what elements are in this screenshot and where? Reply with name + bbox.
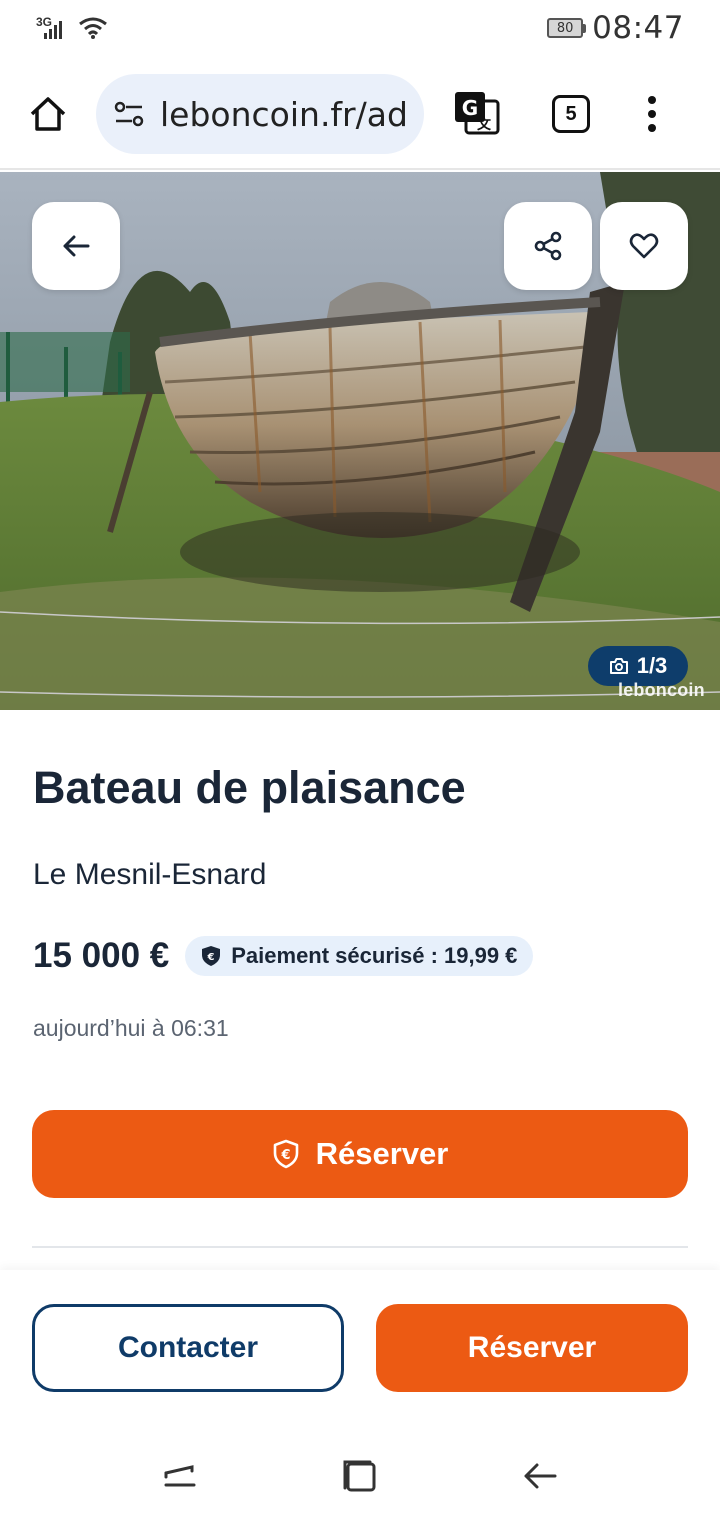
favorite-button[interactable] bbox=[600, 202, 688, 290]
svg-text:€: € bbox=[280, 1148, 290, 1163]
secure-payment-badge[interactable]: € Paiement sécurisé : 19,99 € bbox=[185, 936, 534, 976]
watermark: leboncoin bbox=[618, 680, 705, 700]
address-bar[interactable]: leboncoin.fr/ad bbox=[96, 74, 424, 154]
bottom-action-bar: Contacter Réserver bbox=[0, 1270, 720, 1430]
system-nav-bar bbox=[0, 1430, 720, 1520]
svg-text:文: 文 bbox=[477, 116, 492, 133]
wifi-icon bbox=[79, 17, 107, 39]
reserve-button-label: Réserver bbox=[315, 1136, 449, 1171]
contact-button[interactable]: Contacter bbox=[32, 1304, 344, 1392]
more-vert-icon[interactable] bbox=[642, 96, 662, 132]
photo-counter-text: 1/3 bbox=[636, 653, 668, 678]
home-square-icon[interactable] bbox=[336, 1452, 384, 1500]
status-bar: 3G 80 08:47 bbox=[0, 0, 720, 56]
listing-title: Bateau de plaisance bbox=[33, 762, 466, 813]
shield-euro-icon: € bbox=[273, 1139, 298, 1169]
url-text: leboncoin.fr/ad bbox=[160, 94, 408, 134]
listing-date: aujourd’hui à 06:31 bbox=[33, 1015, 229, 1041]
tabs-button[interactable]: 5 bbox=[552, 95, 590, 133]
share-button[interactable] bbox=[504, 202, 592, 290]
recents-icon[interactable] bbox=[156, 1452, 204, 1500]
listing-price: 15 000 € bbox=[33, 936, 170, 975]
battery-level: 80 bbox=[547, 18, 584, 38]
signal-icon: 3G bbox=[36, 15, 68, 41]
home-icon[interactable] bbox=[24, 90, 72, 138]
divider bbox=[32, 1246, 688, 1248]
price-row: 15 000 € € Paiement sécurisé : 19,99 € bbox=[33, 936, 534, 976]
svg-text:G: G bbox=[462, 96, 478, 120]
secure-payment-text: Paiement sécurisé : 19,99 € bbox=[231, 943, 518, 968]
listing-photo[interactable]: 1/3 leboncoin bbox=[0, 172, 720, 710]
reserve-button[interactable]: € Réserver bbox=[32, 1110, 688, 1198]
browser-toolbar: leboncoin.fr/ad G 文 5 bbox=[0, 60, 720, 170]
back-icon[interactable] bbox=[516, 1452, 564, 1500]
battery-icon: 80 bbox=[547, 18, 587, 38]
reserve-button-sticky[interactable]: Réserver bbox=[376, 1304, 688, 1392]
back-button[interactable] bbox=[32, 202, 120, 290]
heart-icon bbox=[629, 233, 659, 259]
listing-location[interactable]: Le Mesnil-Esnard bbox=[33, 858, 266, 892]
share-icon bbox=[534, 231, 562, 261]
back-arrow-icon bbox=[63, 235, 90, 257]
translate-icon[interactable]: G 文 bbox=[452, 89, 502, 139]
shield-euro-icon: € bbox=[202, 946, 221, 966]
clock: 08:47 bbox=[592, 10, 684, 46]
svg-text:€: € bbox=[207, 952, 215, 963]
camera-icon bbox=[609, 658, 628, 674]
site-settings-icon[interactable] bbox=[112, 97, 146, 131]
